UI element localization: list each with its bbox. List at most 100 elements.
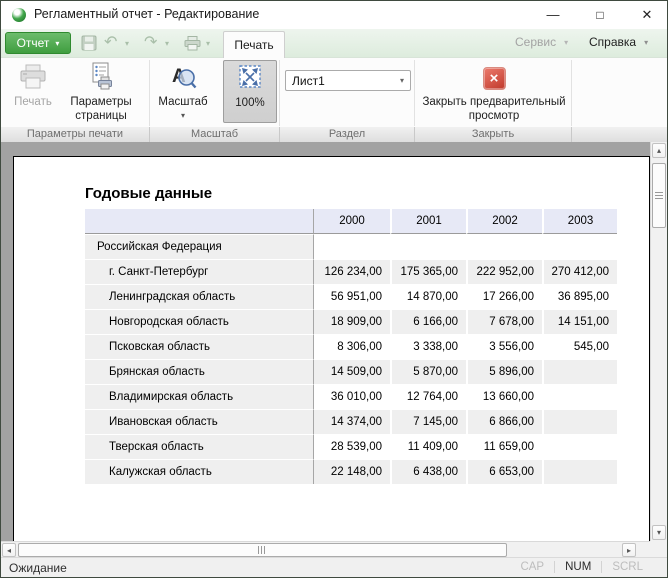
ribbon-separator <box>414 60 415 126</box>
cell-value <box>542 234 617 259</box>
cell-value: 222 952,00 <box>466 259 542 284</box>
menu-help[interactable]: Справка ▾ <box>589 35 648 49</box>
horizontal-scrollbar-thumb[interactable] <box>18 543 507 557</box>
cell-value: 22 148,00 <box>314 459 390 484</box>
close-preview-label: Закрыть предварительный просмотр <box>417 95 571 123</box>
menu-service[interactable]: Сервис ▾ <box>515 35 568 49</box>
cell-value: 14 151,00 <box>542 309 617 334</box>
scale-icon: A <box>169 60 197 90</box>
report-table-body: Российская Федерацияг. Санкт-Петербург12… <box>85 234 617 484</box>
close-preview-button[interactable]: × Закрыть предварительный просмотр <box>417 60 571 124</box>
save-icon[interactable] <box>81 32 97 54</box>
cell-value <box>466 234 542 259</box>
statusbar: Ожидание CAP NUM SCRL <box>1 557 667 577</box>
undo-dropdown-icon[interactable]: ▾ <box>125 32 129 54</box>
maximize-button[interactable]: □ <box>585 5 615 25</box>
cell-value: 545,00 <box>542 334 617 359</box>
vertical-scrollbar-thumb[interactable] <box>652 163 666 228</box>
print-quick-icon[interactable] <box>184 32 201 54</box>
zoom-100-button[interactable]: 100% <box>223 60 277 123</box>
scroll-left-icon[interactable]: ◂ <box>2 543 16 557</box>
section-select[interactable]: Лист1 ▾ <box>285 70 411 91</box>
scroll-up-icon[interactable]: ▴ <box>652 143 666 158</box>
cell-value <box>390 234 466 259</box>
ribbon-separator <box>149 60 150 126</box>
printer-icon <box>19 60 47 90</box>
print-dropdown-icon[interactable]: ▾ <box>206 32 210 54</box>
vertical-scrollbar[interactable]: ▴ ▾ <box>650 142 667 541</box>
ribbon-group-strip: Параметры печати Масштаб Раздел Закрыть <box>1 127 667 143</box>
chevron-down-icon: ▾ <box>181 111 185 120</box>
cell-value: 7 678,00 <box>466 309 542 334</box>
column-header-2001: 2001 <box>390 209 466 234</box>
cell-value: 12 764,00 <box>390 384 466 409</box>
close-button[interactable]: ✕ <box>632 5 662 25</box>
group-label-scale: Масштаб <box>150 128 279 140</box>
thumb-grip <box>258 546 267 554</box>
close-preview-icon: × <box>483 60 506 90</box>
minimize-button[interactable]: — <box>538 5 568 25</box>
report-table: 2000200120022003 Российская Федерацияг. … <box>85 209 617 484</box>
chevron-down-icon: ▾ <box>644 38 648 47</box>
chevron-down-icon: ▾ <box>400 76 404 85</box>
report-menu-button[interactable]: Отчет ▾ <box>5 32 71 54</box>
column-header-2002: 2002 <box>466 209 542 234</box>
cell-value: 14 870,00 <box>390 284 466 309</box>
ribbon-separator <box>279 60 280 126</box>
ribbon-separator <box>571 60 572 126</box>
cell-value <box>314 234 390 259</box>
row-label: Российская Федерация <box>85 234 314 259</box>
print-button[interactable]: Печать <box>7 60 59 124</box>
thumb-grip <box>655 192 663 200</box>
page-setup-icon <box>87 60 115 90</box>
caps-lock-indicator: CAP <box>510 561 554 573</box>
table-row: Российская Федерация <box>85 234 617 259</box>
group-label-close: Закрыть <box>415 128 571 140</box>
scroll-right-icon[interactable]: ▸ <box>622 543 636 557</box>
fit-page-icon <box>235 61 265 91</box>
cell-value: 7 145,00 <box>390 409 466 434</box>
row-label: Брянская область <box>85 359 314 384</box>
column-header-2000: 2000 <box>314 209 390 234</box>
row-label: Калужская область <box>85 459 314 484</box>
app-window: Регламентный отчет - Редактирование — □ … <box>0 0 668 578</box>
floppy-icon <box>81 35 97 51</box>
menu-service-label: Сервис <box>515 35 556 49</box>
report-page: Годовые данные 2000200120022003 Российск… <box>13 156 650 541</box>
zoom-100-label: 100% <box>235 96 264 110</box>
status-text: Ожидание <box>9 561 67 575</box>
redo-icon[interactable]: ↷ <box>144 32 157 54</box>
redo-dropdown-icon[interactable]: ▾ <box>165 32 169 54</box>
cell-value <box>542 384 617 409</box>
group-separator <box>571 127 572 143</box>
page-setup-label: Параметры страницы <box>61 95 141 123</box>
window-title: Регламентный отчет - Редактирование <box>34 7 259 21</box>
undo-icon[interactable]: ↶ <box>104 32 117 54</box>
cell-value: 175 365,00 <box>390 259 466 284</box>
page-setup-button[interactable]: Параметры страницы <box>61 60 141 124</box>
printer-icon <box>184 36 201 51</box>
tab-print[interactable]: Печать <box>223 31 285 58</box>
keyboard-indicators: CAP NUM SCRL <box>510 561 653 573</box>
cell-value: 36 895,00 <box>542 284 617 309</box>
scale-button[interactable]: A Масштаб ▾ <box>151 60 215 124</box>
print-button-label: Печать <box>14 95 52 109</box>
report-menu-label: Отчет <box>17 36 50 50</box>
cell-value <box>542 434 617 459</box>
num-lock-indicator: NUM <box>555 561 601 573</box>
row-label: Ивановская область <box>85 409 314 434</box>
toolbar: Отчет ▾ ↶ ▾ ↷ ▾ ▾ Печать Сервис ▾ <box>1 29 667 57</box>
group-label-print: Параметры печати <box>1 128 149 140</box>
table-row: Новгородская область18 909,006 166,007 6… <box>85 309 617 334</box>
cell-value: 17 266,00 <box>466 284 542 309</box>
cell-value: 36 010,00 <box>314 384 390 409</box>
scroll-down-icon[interactable]: ▾ <box>652 525 666 540</box>
cell-value: 5 870,00 <box>390 359 466 384</box>
app-icon <box>12 8 26 22</box>
table-row: Тверская область28 539,0011 409,0011 659… <box>85 434 617 459</box>
cell-value: 6 866,00 <box>466 409 542 434</box>
row-label: Новгородская область <box>85 309 314 334</box>
scroll-lock-indicator: SCRL <box>602 561 653 573</box>
titlebar: Регламентный отчет - Редактирование — □ … <box>1 1 667 29</box>
cell-value: 8 306,00 <box>314 334 390 359</box>
